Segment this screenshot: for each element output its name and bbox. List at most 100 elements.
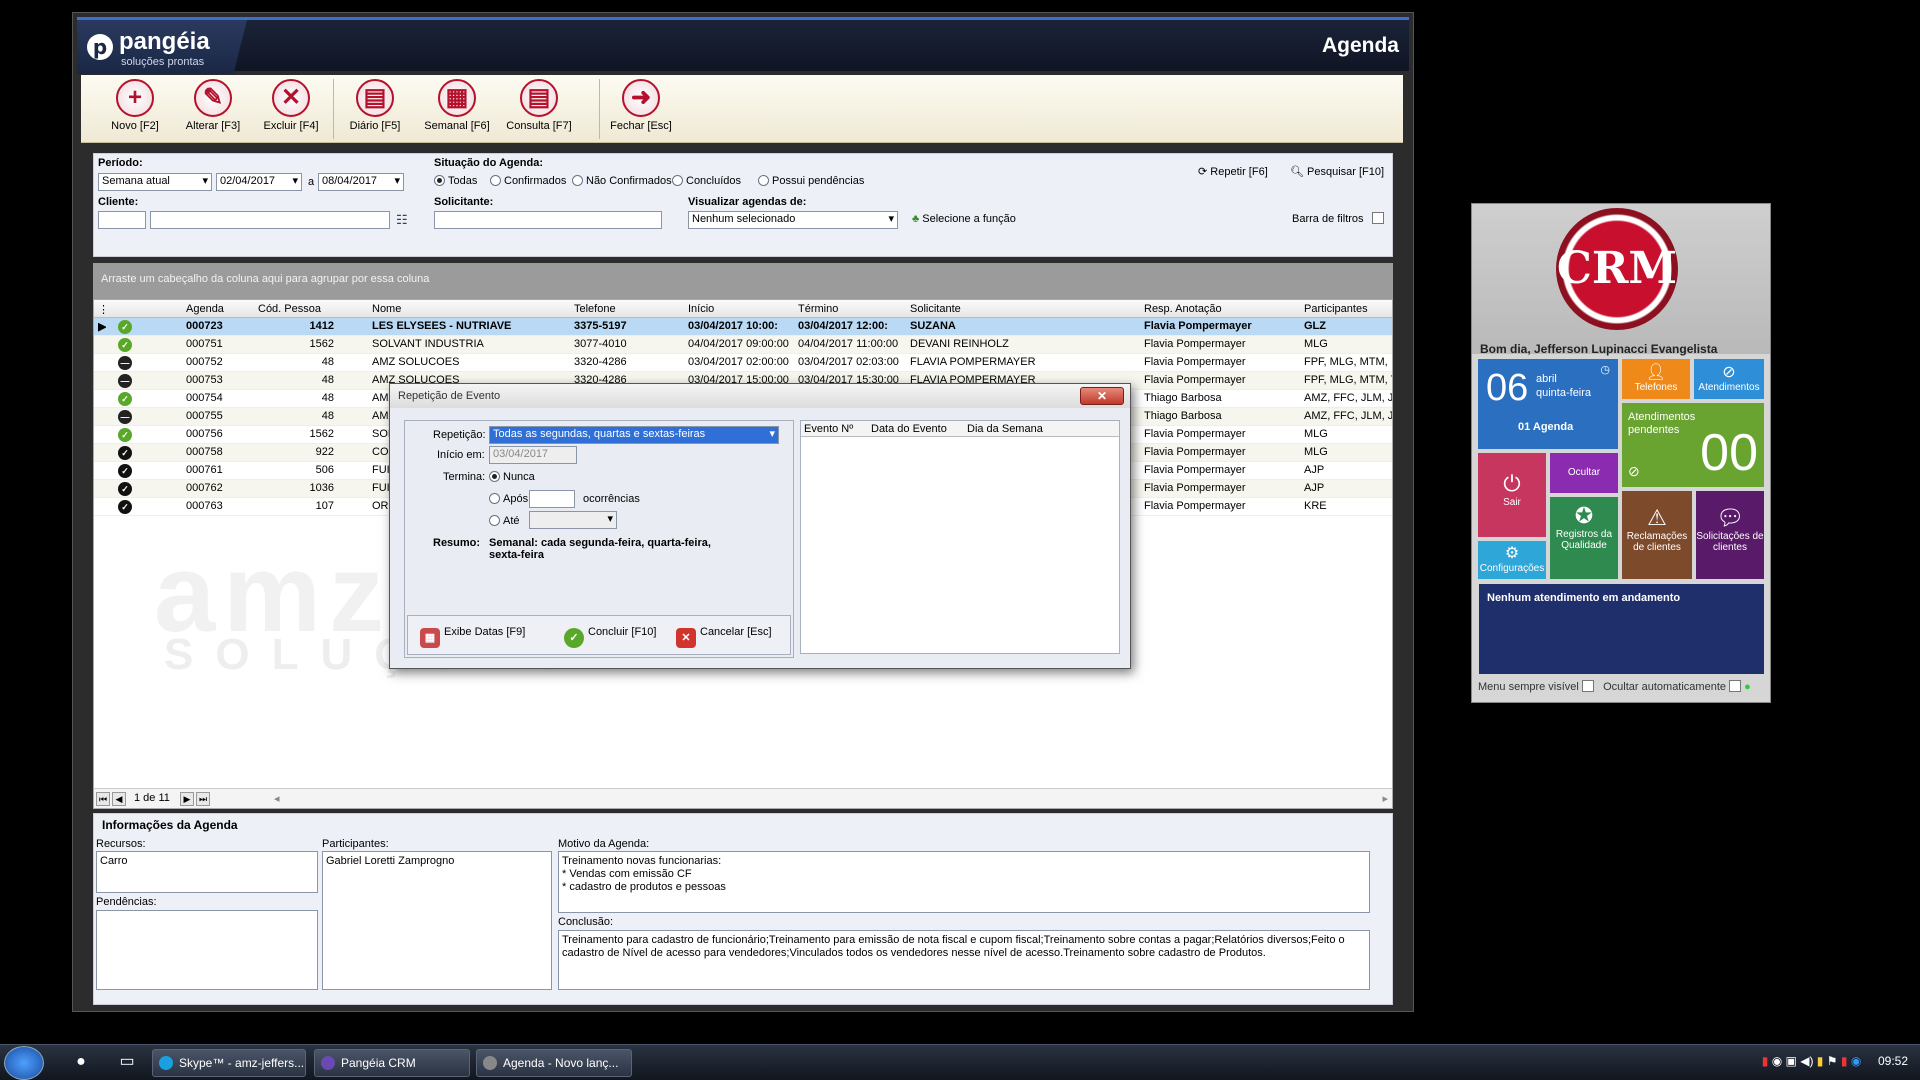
col-resp-anotacao[interactable]: Resp. Anotação <box>1144 303 1222 315</box>
col-participantes[interactable]: Participantes <box>1304 303 1368 315</box>
ate-radio[interactable]: Até <box>489 515 520 527</box>
clock[interactable]: 09:52 <box>1878 1054 1908 1068</box>
exit-icon: ➜ <box>622 79 660 117</box>
barra-filtros-checkbox[interactable] <box>1372 212 1384 225</box>
network-icon[interactable]: ▣ <box>1786 1054 1797 1068</box>
date-to-field[interactable]: 08/04/2017 <box>318 173 404 191</box>
situacao-nao-confirmados-radio[interactable]: Não Confirmados <box>572 175 672 187</box>
cell-part: MLG <box>1304 338 1328 350</box>
visualizar-select[interactable]: Nenhum selecionado <box>688 211 898 229</box>
menu-visivel-checkbox[interactable] <box>1581 680 1594 692</box>
diario-button[interactable]: ▤ Diário [F5] <box>339 79 411 132</box>
col-cod-pessoa[interactable]: Cód. Pessoa <box>258 303 321 315</box>
fechar-button[interactable]: ➜ Fechar [Esc] <box>605 79 677 132</box>
semanal-button[interactable]: ▦ Semanal [F6] <box>421 79 493 132</box>
periodo-select[interactable]: Semana atual <box>98 173 212 191</box>
exibe-datas-button[interactable]: ▦ Exibe Datas [F9] <box>420 626 525 648</box>
excluir-button[interactable]: ✕ Excluir [F4] <box>255 79 327 132</box>
power-icon: ⏻ <box>1503 471 1521 496</box>
cliente-search-icon[interactable]: ☷ <box>396 212 408 228</box>
motivo-box[interactable]: Treinamento novas funcionarias: * Vendas… <box>558 851 1370 913</box>
plus-icon: + <box>116 79 154 117</box>
taskbar-agenda[interactable]: Agenda - Novo lanç... <box>476 1049 632 1077</box>
recursos-box[interactable]: Carro <box>96 851 318 893</box>
situacao-todas-radio[interactable]: Todas <box>434 175 477 187</box>
concluir-button[interactable]: ✓ Concluir [F10] <box>564 626 656 648</box>
col-termino[interactable]: Término <box>798 303 838 315</box>
situacao-concluidos-radio[interactable]: Concluídos <box>672 175 741 187</box>
col-telefone[interactable]: Telefone <box>574 303 616 315</box>
scroll-left-icon[interactable]: ◂ <box>274 792 280 805</box>
tray-icon[interactable]: ▮ <box>1762 1054 1769 1068</box>
col-dia-semana[interactable]: Dia da Semana <box>967 423 1043 435</box>
solicitacoes-tile[interactable]: 💬︎ Solicitações de clientes <box>1696 491 1764 579</box>
scroll-right-icon[interactable]: ▸ <box>1382 792 1388 805</box>
telefones-tile[interactable]: 👤︎ Telefones <box>1622 359 1690 399</box>
toolbar-separator <box>599 79 600 139</box>
consulta-button[interactable]: ▤ Consulta [F7] <box>503 79 575 132</box>
last-page-button[interactable]: ⏭ <box>196 792 210 806</box>
col-solicitante[interactable]: Solicitante <box>910 303 961 315</box>
start-button[interactable] <box>4 1046 44 1080</box>
tray-icon[interactable]: ◉ <box>1772 1054 1782 1068</box>
group-by-area[interactable]: Arraste um cabeçalho da coluna aqui para… <box>93 263 1393 299</box>
tray-icon[interactable]: ◉ <box>1851 1054 1861 1068</box>
ate-date-field[interactable] <box>529 511 617 529</box>
cell-part: AMZ, FFC, JLM, JI <box>1304 410 1393 422</box>
volume-icon[interactable]: ◀) <box>1800 1054 1813 1068</box>
tray-icon[interactable]: ▮ <box>1841 1054 1848 1068</box>
pendencias-box[interactable] <box>96 910 318 990</box>
first-page-button[interactable]: ⏮ <box>96 792 110 806</box>
apos-radio[interactable]: Após <box>489 493 528 505</box>
table-row[interactable]: ▶ ✓ 000723 1412 LES ELYSEES - NUTRIAVE 3375-5… <box>94 318 1392 336</box>
ocultar-tile[interactable]: Ocultar <box>1550 453 1618 493</box>
not-confirmed-status-icon: — <box>118 410 132 424</box>
conclusao-box[interactable]: Treinamento para cadastro de funcionário… <box>558 930 1370 990</box>
menu-visivel-label: Menu sempre visível <box>1478 681 1579 693</box>
repeticao-select[interactable]: Todas as segundas, quartas e sextas-feir… <box>489 426 779 444</box>
solicitante-input[interactable] <box>434 211 662 229</box>
column-chooser-icon[interactable]: ⋮ <box>98 303 109 316</box>
atendimentos-tile[interactable]: ⊘ Atendimentos <box>1694 359 1764 399</box>
selecione-funcao-link[interactable]: ♣ Selecione a função <box>912 213 1016 225</box>
agenda-tile[interactable]: 06 abril quinta-feira ◷ 01 Agenda <box>1478 359 1618 449</box>
repetir-button[interactable]: ⟳ Repetir [F6] <box>1198 165 1268 178</box>
table-row[interactable]: — 000752 48 AMZ SOLUCOES 3320-4286 03/04/2017… <box>94 354 1392 372</box>
next-page-button[interactable]: ▶ <box>180 792 194 806</box>
cliente-name-input[interactable] <box>150 211 390 229</box>
configuracoes-tile[interactable]: ⚙ Configurações <box>1478 541 1546 579</box>
situacao-confirmados-radio[interactable]: Confirmados <box>490 175 566 187</box>
date-from-field[interactable]: 02/04/2017 <box>216 173 302 191</box>
situacao-pendencias-radio[interactable]: Possui pendências <box>758 175 864 187</box>
firefox-icon[interactable]: ● <box>66 1047 96 1077</box>
pesquisar-button[interactable]: 🔍︎ Pesquisar [F10] <box>1290 165 1384 178</box>
reclamacoes-tile[interactable]: ⚠ Reclamações de clientes <box>1622 491 1692 579</box>
alterar-button[interactable]: ✎ Alterar [F3] <box>177 79 249 132</box>
cliente-code-input[interactable] <box>98 211 146 229</box>
prev-page-button[interactable]: ◀ <box>112 792 126 806</box>
participantes-box[interactable]: Gabriel Loretti Zamprogno <box>322 851 552 990</box>
flag-icon[interactable]: ⚑ <box>1827 1054 1838 1068</box>
cancelar-button[interactable]: ✕ Cancelar [Esc] <box>676 626 772 648</box>
col-inicio[interactable]: Início <box>688 303 714 315</box>
taskbar-pangeia-crm[interactable]: Pangéia CRM <box>314 1049 470 1077</box>
taskbar-skype[interactable]: Skype™ - amz-jeffers... <box>152 1049 306 1077</box>
novo-button[interactable]: + Novo [F2] <box>99 79 171 132</box>
cell-nome: LES ELYSEES - NUTRIAVE <box>372 320 512 332</box>
sair-tile[interactable]: ⏻ Sair <box>1478 453 1546 537</box>
col-evento-n[interactable]: Evento Nº <box>804 423 853 435</box>
tray-icon[interactable]: ▮ <box>1817 1054 1824 1068</box>
dialog-close-button[interactable]: ✕ <box>1080 387 1124 405</box>
table-row[interactable]: ✓ 000751 1562 SOLVANT INDUSTRIA 3077-4010 04/… <box>94 336 1392 354</box>
cell-resp: Flavia Pompermayer <box>1144 464 1246 476</box>
col-nome[interactable]: Nome <box>372 303 401 315</box>
registros-tile[interactable]: ✪ Registros da Qualidade <box>1550 497 1618 579</box>
inicio-field[interactable]: 03/04/2017 <box>489 446 577 464</box>
ocorrencias-input[interactable] <box>529 490 575 508</box>
folder-icon[interactable]: ▭ <box>112 1047 142 1077</box>
col-agenda[interactable]: Agenda <box>186 303 224 315</box>
pendentes-tile[interactable]: Atendimentos pendentes 00 ⊘ <box>1622 403 1764 487</box>
nunca-radio[interactable]: Nunca <box>489 471 535 483</box>
ocultar-auto-checkbox[interactable] <box>1729 680 1742 692</box>
col-data-evento[interactable]: Data do Evento <box>871 423 947 435</box>
